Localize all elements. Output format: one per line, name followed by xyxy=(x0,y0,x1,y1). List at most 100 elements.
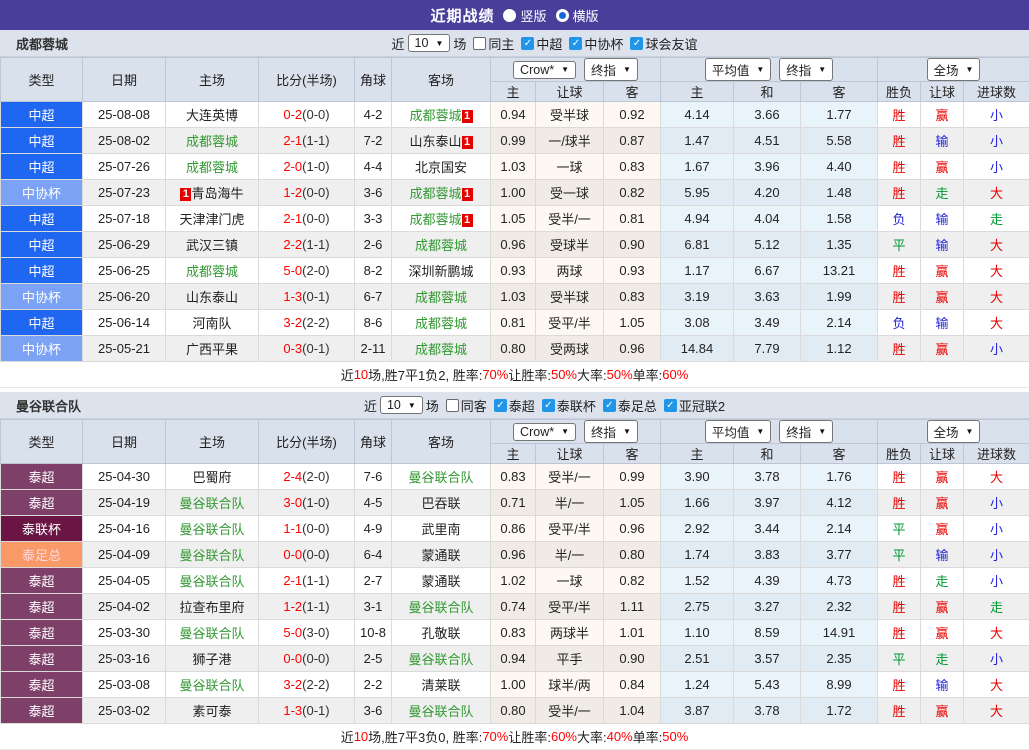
team-name: 曼谷联合队 xyxy=(179,626,244,641)
checkbox-icon xyxy=(494,399,507,412)
avg-away: 8.99 xyxy=(801,672,878,698)
odds-home: 1.03 xyxy=(491,154,536,180)
near-label: 近 xyxy=(364,396,377,415)
col-away: 客场 xyxy=(392,58,491,102)
summary-segment: 让胜率: xyxy=(508,727,551,746)
filter-bar: 近 10▼ 场 同主 中超 中协杯 球会友谊 xyxy=(332,34,698,53)
avg-draw: 3.97 xyxy=(734,490,801,516)
corner-score: 6-7 xyxy=(355,284,392,310)
scope-group-header: 全场▼ xyxy=(878,58,1029,82)
corner-score: 2-2 xyxy=(355,672,392,698)
checkbox-same-away[interactable]: 同客 xyxy=(446,396,487,415)
checkbox-cfa-cup[interactable]: 中协杯 xyxy=(569,34,623,53)
result-text: 胜 xyxy=(892,290,905,305)
summary-segment: 让胜率: xyxy=(508,365,551,384)
average-time-select[interactable]: 终指▼ xyxy=(779,420,833,443)
odds-away: 0.83 xyxy=(604,154,661,180)
avg-draw: 8.59 xyxy=(734,620,801,646)
away-team: 曼谷联合队 xyxy=(392,646,491,672)
sub-col-handicap-result: 让球 xyxy=(921,444,964,464)
col-corner: 角球 xyxy=(355,58,392,102)
radio-horizontal-layout[interactable]: 横版 xyxy=(556,6,599,25)
checkbox-csl[interactable]: 中超 xyxy=(521,34,562,53)
result-text: 胜 xyxy=(892,160,905,175)
checkbox-club-friendly[interactable]: 球会友谊 xyxy=(630,34,697,53)
odds-source-select[interactable]: Crow*▼ xyxy=(513,61,576,79)
team-name: 曼谷联合队 xyxy=(179,522,244,537)
chevron-down-icon: ▼ xyxy=(756,427,764,436)
avg-draw: 3.57 xyxy=(734,646,801,672)
team-name: 成都蓉城 xyxy=(415,238,467,253)
result-text: 小 xyxy=(990,496,1003,511)
match-row: 泰超25-04-19曼谷联合队3-0(1-0)4-5巴吞联0.71半/一1.05… xyxy=(1,490,1029,516)
full-time-score: 2-2 xyxy=(283,237,302,252)
result-text: 赢 xyxy=(935,342,948,357)
radio-label: 横版 xyxy=(573,6,599,25)
sub-col-odds-home: 主 xyxy=(491,82,536,102)
home-team: 狮子港 xyxy=(166,646,259,672)
odds-away: 0.87 xyxy=(604,128,661,154)
avg-draw: 5.43 xyxy=(734,672,801,698)
home-team: 成都蓉城 xyxy=(166,128,259,154)
match-date: 25-04-16 xyxy=(83,516,166,542)
team-name: 广西平果 xyxy=(186,342,238,357)
radio-icon xyxy=(503,9,516,22)
match-date: 25-05-21 xyxy=(83,336,166,362)
team-name: 蒙通联 xyxy=(421,574,460,589)
average-select[interactable]: 平均值▼ xyxy=(705,58,771,81)
result-outcome: 胜 xyxy=(878,698,921,724)
checkbox-thai-league[interactable]: 泰超 xyxy=(494,396,535,415)
checkbox-thai-league-cup[interactable]: 泰联杯 xyxy=(542,396,596,415)
red-card-badge: 1 xyxy=(462,136,473,149)
team-name: 武里南 xyxy=(421,522,460,537)
average-time-select[interactable]: 终指▼ xyxy=(779,58,833,81)
odds-home: 0.81 xyxy=(491,310,536,336)
match-count-select[interactable]: 10▼ xyxy=(380,396,423,414)
odds-away: 0.82 xyxy=(604,180,661,206)
average-select[interactable]: 平均值▼ xyxy=(705,420,771,443)
result-outcome: 负 xyxy=(878,310,921,336)
scope-select[interactable]: 全场▼ xyxy=(927,420,981,443)
games-label: 场 xyxy=(426,396,439,415)
chevron-down-icon: ▼ xyxy=(623,65,631,74)
team-name: 曼谷联合队 xyxy=(408,652,473,667)
result-text: 大 xyxy=(990,316,1003,331)
checkbox-acl2[interactable]: 亚冠联2 xyxy=(664,396,725,415)
odds-away: 1.01 xyxy=(604,620,661,646)
checkbox-label: 泰足总 xyxy=(618,396,657,415)
checkbox-thai-fa-cup[interactable]: 泰足总 xyxy=(603,396,657,415)
avg-away: 1.58 xyxy=(801,206,878,232)
avg-away: 1.99 xyxy=(801,284,878,310)
match-date: 25-03-30 xyxy=(83,620,166,646)
match-row: 泰超25-03-30曼谷联合队5-0(3-0)10-8孔敬联0.83两球半1.0… xyxy=(1,620,1029,646)
avg-home: 1.17 xyxy=(661,258,734,284)
odds-time-select[interactable]: 终指▼ xyxy=(584,420,638,443)
odds-home: 1.02 xyxy=(491,568,536,594)
odds-time-select[interactable]: 终指▼ xyxy=(584,58,638,81)
result-handicap: 输 xyxy=(921,232,964,258)
result-text: 小 xyxy=(990,160,1003,175)
checkbox-label: 球会友谊 xyxy=(645,34,697,53)
match-score: 2-4(2-0) xyxy=(259,464,355,490)
result-text: 大 xyxy=(990,290,1003,305)
away-team: 成都蓉城1 xyxy=(392,180,491,206)
half-time-score: (0-0) xyxy=(302,521,329,536)
odds-source-select[interactable]: Crow*▼ xyxy=(513,423,576,441)
team-name: 曼谷联合队 xyxy=(408,600,473,615)
match-score: 2-1(1-1) xyxy=(259,568,355,594)
match-score: 0-0(0-0) xyxy=(259,646,355,672)
avg-home: 1.10 xyxy=(661,620,734,646)
topbar: 近期战绩 竖版 横版 xyxy=(0,0,1029,30)
match-count-select[interactable]: 10▼ xyxy=(408,34,451,52)
result-text: 胜 xyxy=(892,496,905,511)
avg-away: 1.76 xyxy=(801,464,878,490)
scope-select[interactable]: 全场▼ xyxy=(927,58,981,81)
checkbox-same-home[interactable]: 同主 xyxy=(473,34,514,53)
col-type: 类型 xyxy=(1,58,83,102)
team-name: 拉查布里府 xyxy=(179,600,244,615)
home-team: 成都蓉城 xyxy=(166,154,259,180)
match-type-badge: 泰超 xyxy=(1,646,83,672)
radio-vertical-layout[interactable]: 竖版 xyxy=(503,6,546,25)
avg-away: 4.12 xyxy=(801,490,878,516)
odds-handicap: 受一球 xyxy=(536,180,604,206)
